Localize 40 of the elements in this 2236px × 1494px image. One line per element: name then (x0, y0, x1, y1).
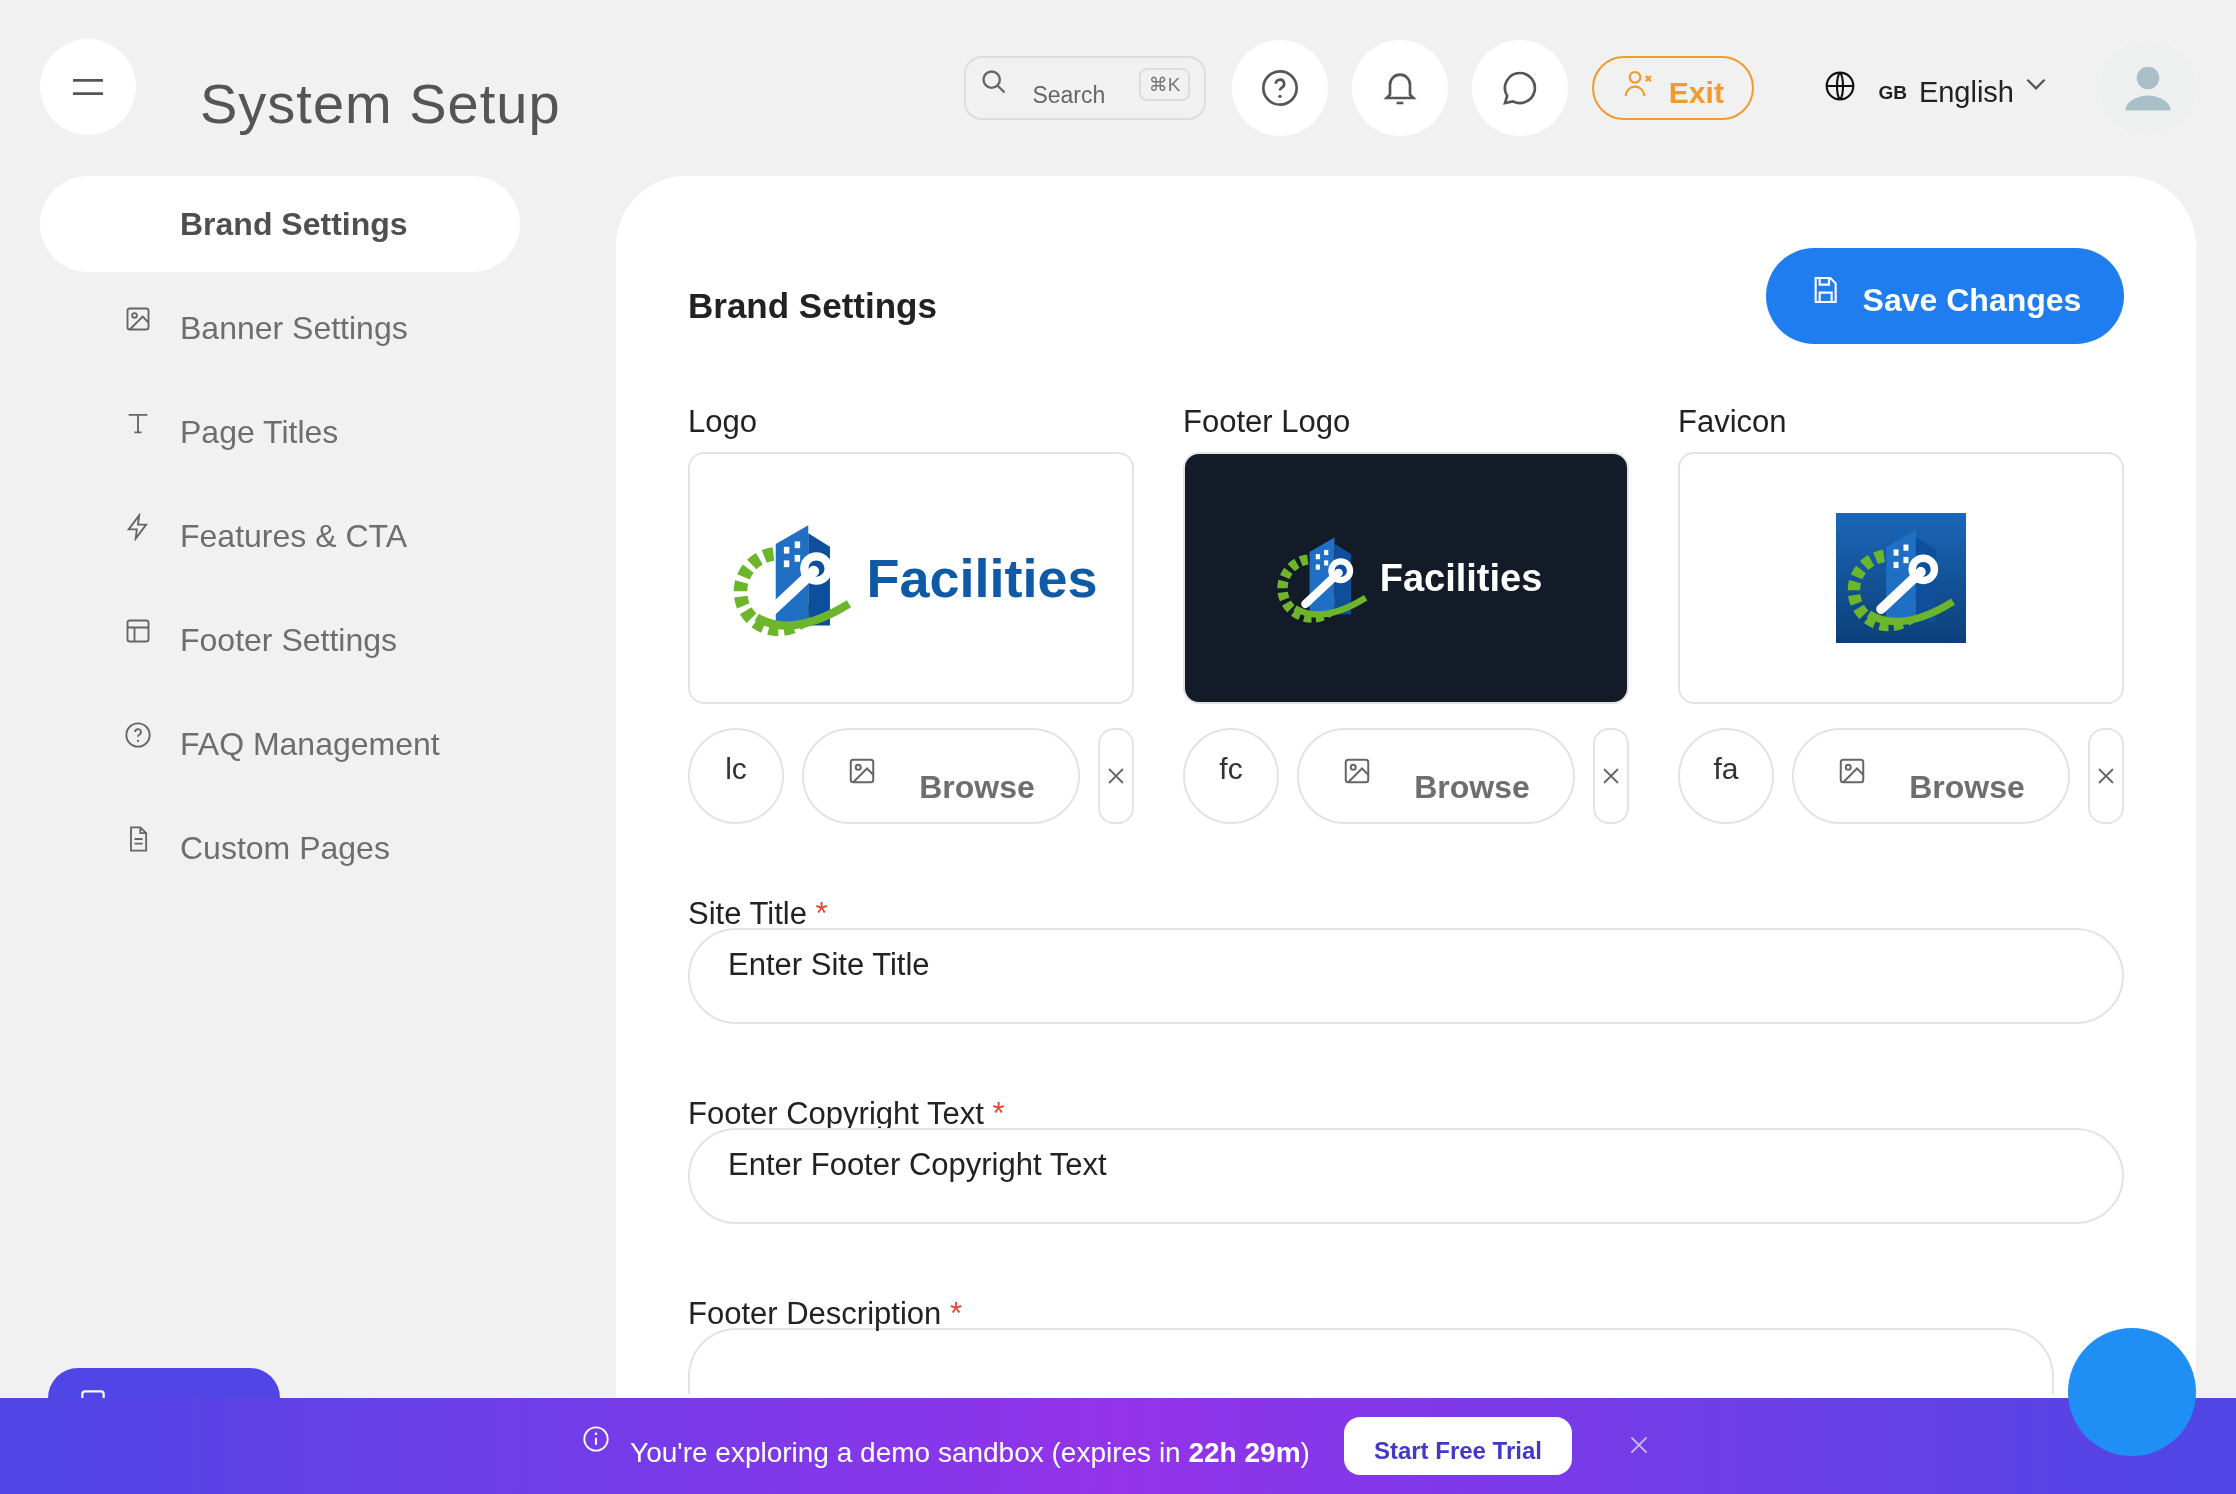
text-input[interactable]: Enter Site Title (688, 928, 2124, 1024)
panel-icon (78, 1390, 108, 1398)
sidebar-item[interactable]: Custom Pages (40, 800, 520, 896)
clear-button[interactable] (1098, 728, 1134, 824)
language-selector[interactable]: GB English (1818, 66, 2052, 110)
help-icon (1260, 68, 1301, 108)
image-icon (124, 305, 152, 333)
chevron-down-icon (2026, 77, 2046, 90)
browse-button[interactable]: Browse (1297, 728, 1575, 824)
field-label: Footer Description * (688, 1296, 963, 1332)
upload-label: Favicon (1678, 404, 1788, 440)
file-name-field[interactable]: fa (1678, 728, 1774, 824)
file-name-field[interactable]: fc (1183, 728, 1279, 824)
banner-message: You're exploring a demo sandbox (expires in 22h 29m) (630, 1436, 1310, 1469)
start-free-trial-button[interactable]: Start Free Trial (1343, 1417, 1572, 1475)
info-icon (582, 1425, 611, 1453)
browse-button[interactable]: Browse (802, 728, 1080, 824)
upload-label: Logo (688, 404, 758, 440)
browse-button[interactable]: Browse (1792, 728, 2070, 824)
upload-label: Footer Logo (1183, 404, 1352, 440)
sidebar-item[interactable]: Features & CTA (40, 488, 520, 584)
layout-icon (124, 617, 152, 645)
sidebar-item[interactable]: Banner Settings (40, 280, 520, 376)
shortcut-hint: ⌘K (1138, 68, 1191, 101)
sidebar-item[interactable]: FAQ Management (40, 696, 520, 792)
clear-button[interactable] (2088, 728, 2124, 824)
section-title: Brand Settings (688, 286, 937, 326)
brand-wordmark: Facilities (1379, 556, 1543, 600)
sidebar-item[interactable]: Page Titles (40, 384, 520, 480)
help-icon (124, 721, 152, 749)
brand-wordmark: Facilities (866, 547, 1098, 609)
floating-action-button[interactable] (48, 1368, 280, 1398)
file-name-field[interactable]: lc (688, 728, 784, 824)
page-title: System Setup (200, 70, 561, 136)
sidebar-item[interactable]: Footer Settings (40, 592, 520, 688)
sidebar-item[interactable]: Brand Settings (40, 176, 520, 272)
globe-icon (1824, 69, 1857, 102)
clear-button[interactable] (1593, 728, 1629, 824)
save-changes-button[interactable]: Save Changes (1766, 248, 2124, 344)
text-input[interactable]: Enter Footer Copyright Text (688, 1128, 2124, 1224)
